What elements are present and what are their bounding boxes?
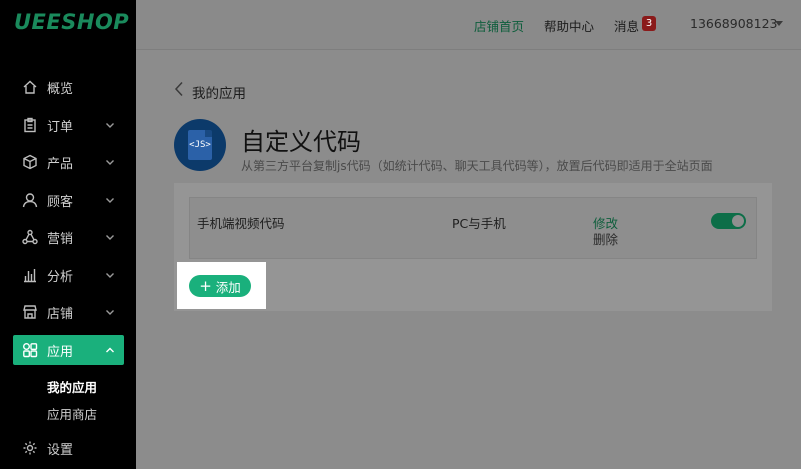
- code-name: 手机端视频代码: [197, 216, 285, 231]
- sidebar-item-products[interactable]: 产品: [13, 147, 124, 177]
- delete-link[interactable]: 删除: [593, 229, 618, 248]
- enable-toggle[interactable]: [711, 213, 746, 229]
- sidebar-item-label: 分析: [47, 269, 74, 285]
- js-badge: <JS>: [188, 130, 212, 160]
- sidebar-item-store[interactable]: 店铺: [13, 297, 124, 327]
- code-platform: PC与手机: [452, 216, 506, 231]
- caret-down-icon: [775, 21, 783, 26]
- chevron-down-icon: [104, 119, 116, 131]
- sidebar-item-label: 店铺: [47, 306, 74, 322]
- page-subtitle: 从第三方平台复制js代码（如统计代码、聊天工具代码等），放置后代码即适用于全站页…: [241, 159, 713, 173]
- back-chevron-icon[interactable]: [174, 81, 186, 97]
- sidebar-item-customers[interactable]: 顾客: [13, 185, 124, 215]
- sidebar-item-label: 营销: [47, 231, 74, 247]
- store-icon: [21, 303, 39, 321]
- bar-chart-icon: [21, 266, 39, 284]
- chevron-down-icon: [104, 156, 116, 168]
- sidebar-subitem-app-store[interactable]: 应用商店: [47, 404, 97, 423]
- sidebar-item-overview[interactable]: 概览: [13, 72, 124, 102]
- chevron-down-icon: [104, 231, 116, 243]
- sidebar-item-label: 概览: [47, 81, 74, 97]
- chevron-up-icon: [104, 344, 116, 356]
- chevron-down-icon: [104, 306, 116, 318]
- chevron-down-icon: [104, 194, 116, 206]
- message-count-badge: 3: [642, 16, 656, 31]
- add-button-label: 添加: [215, 279, 241, 295]
- page-title: 自定义代码: [241, 128, 361, 156]
- sidebar: UEESHOP 概览 订单 产品 顾客 营销 分析 店铺 应用 我的应用 应用商…: [0, 0, 136, 469]
- clipboard-icon: [21, 116, 39, 134]
- sidebar-item-apps[interactable]: 应用: [13, 335, 124, 365]
- messages-link[interactable]: 消息: [614, 16, 639, 35]
- sidebar-item-analytics[interactable]: 分析: [13, 260, 124, 290]
- sidebar-item-marketing[interactable]: 营销: [13, 222, 124, 252]
- gear-icon: [21, 439, 39, 457]
- sidebar-item-label: 订单: [47, 119, 74, 135]
- user-icon: [21, 191, 39, 209]
- sidebar-item-label: 产品: [47, 156, 74, 172]
- help-center-link[interactable]: 帮助中心: [544, 16, 594, 35]
- chevron-down-icon: [104, 269, 116, 281]
- sidebar-subitem-my-apps[interactable]: 我的应用: [47, 377, 97, 396]
- sidebar-item-label: 应用: [47, 344, 74, 360]
- sidebar-item-orders[interactable]: 订单: [13, 110, 124, 140]
- apps-icon: [21, 341, 39, 359]
- toggle-knob: [732, 215, 744, 227]
- share-icon: [21, 228, 39, 246]
- sidebar-item-settings[interactable]: 设置: [13, 433, 124, 463]
- plus-icon: +: [199, 276, 212, 295]
- home-icon: [21, 78, 39, 96]
- add-button[interactable]: + 添加: [189, 275, 251, 297]
- breadcrumb[interactable]: 我的应用: [192, 82, 246, 102]
- store-home-link[interactable]: 店铺首页: [474, 16, 524, 35]
- box-icon: [21, 153, 39, 171]
- js-code-icon: <JS>: [174, 119, 226, 171]
- logo[interactable]: UEESHOP: [14, 10, 129, 34]
- sidebar-item-label: 设置: [47, 442, 74, 458]
- account-menu[interactable]: 13668908123: [690, 16, 777, 31]
- sidebar-item-label: 顾客: [47, 194, 74, 210]
